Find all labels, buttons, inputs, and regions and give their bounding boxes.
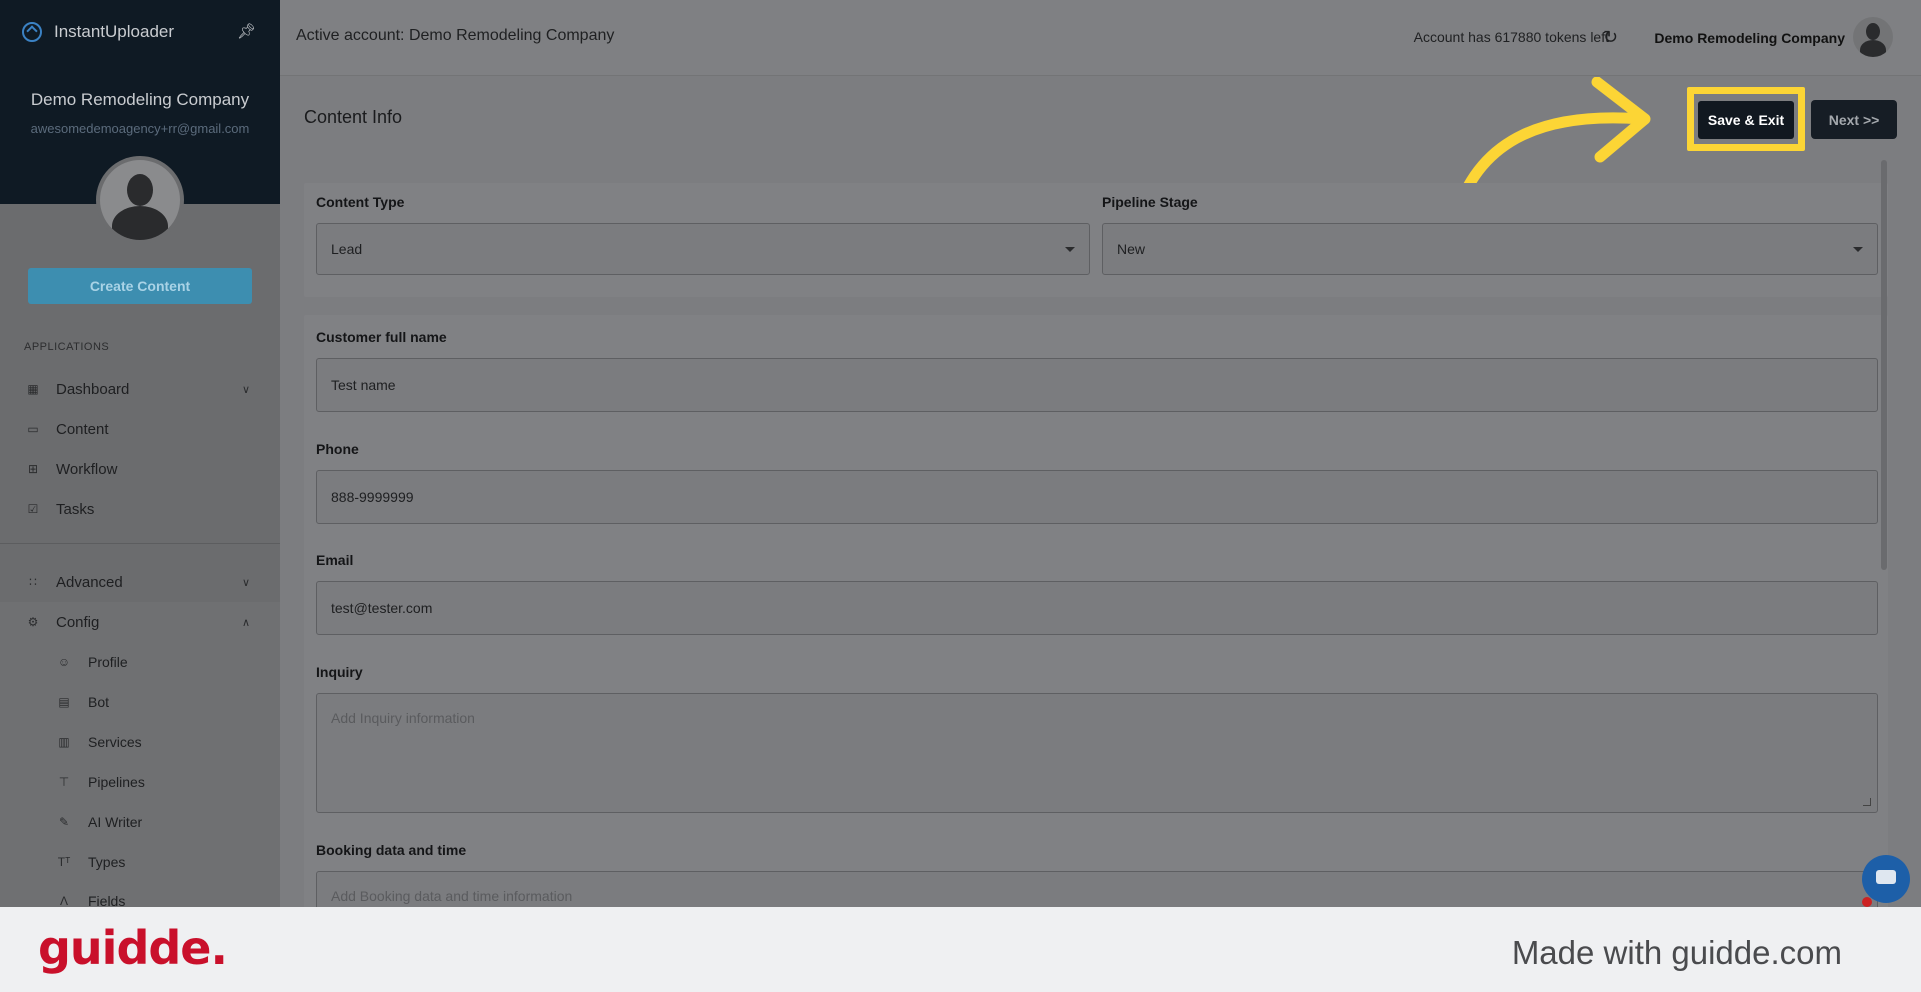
main-content: Content Info Save & Exit Next >> Content… bbox=[280, 77, 1921, 921]
user-avatar[interactable] bbox=[1853, 17, 1893, 57]
person-icon: ☺ bbox=[57, 655, 71, 669]
sidebar-email: awesomedemoagency+rr@gmail.com bbox=[30, 121, 250, 136]
active-account-text: Active account: Demo Remodeling Company bbox=[296, 27, 615, 44]
checkbox-icon: ☑ bbox=[27, 501, 39, 516]
phone-input[interactable]: 888-9999999 bbox=[316, 470, 1878, 524]
sidebar-subitem-label: Services bbox=[88, 734, 142, 750]
inquiry-textarea[interactable]: Add Inquiry information bbox=[316, 693, 1878, 813]
sidebar-item-config[interactable]: ⚙ Config ∧ bbox=[0, 602, 280, 642]
sidebar-item-label: Dashboard bbox=[56, 380, 130, 398]
chat-widget-icon[interactable] bbox=[1862, 855, 1910, 903]
brand-logo-icon bbox=[22, 22, 42, 42]
sidebar-subitem-label: Types bbox=[88, 854, 126, 870]
phone-label: Phone bbox=[316, 441, 359, 457]
inquiry-label: Inquiry bbox=[316, 664, 363, 680]
footer-banner: guidde. Made with guidde.com bbox=[0, 907, 1921, 992]
sidebar-item-label: Advanced bbox=[56, 573, 123, 591]
folder-icon: ▭ bbox=[27, 421, 39, 436]
sidebar-item-tasks[interactable]: ☑ Tasks bbox=[0, 489, 280, 529]
caret-down-icon bbox=[1853, 247, 1863, 252]
sidebar-subitem-label: AI Writer bbox=[88, 814, 143, 830]
inquiry-placeholder: Add Inquiry information bbox=[331, 710, 475, 726]
user-avatar-head bbox=[1866, 23, 1880, 40]
sidebar-item-label: Config bbox=[56, 613, 100, 631]
chevron-down-icon[interactable]: ∨ bbox=[242, 383, 250, 396]
next-button[interactable]: Next >> bbox=[1811, 100, 1897, 139]
brand-name: InstantUploader bbox=[54, 22, 175, 41]
chevron-down-icon[interactable]: ∨ bbox=[242, 576, 250, 589]
content-type-label: Content Type bbox=[316, 194, 405, 210]
sidebar-item-label: Content bbox=[56, 420, 109, 438]
sidebar-subitem-ai-writer[interactable]: ✎ AI Writer bbox=[0, 802, 280, 842]
sidebar-subitem-bot[interactable]: ▤ Bot bbox=[0, 682, 280, 722]
gear-icon: ⚙ bbox=[27, 614, 39, 629]
sidebar-subitem-label: Pipelines bbox=[88, 774, 145, 790]
pipeline-stage-select[interactable]: New bbox=[1102, 223, 1878, 275]
grid-icon: ⊞ bbox=[27, 461, 39, 476]
customer-name-label: Customer full name bbox=[316, 329, 447, 345]
chat-icon: ▤ bbox=[58, 695, 70, 709]
pipeline-stage-label: Pipeline Stage bbox=[1102, 194, 1198, 210]
avatar[interactable] bbox=[96, 156, 184, 244]
sidebar-divider bbox=[0, 543, 280, 544]
section-label-applications: APPLICATIONS bbox=[24, 341, 110, 353]
sidebar-item-dashboard[interactable]: ▦ Dashboard ∨ bbox=[0, 369, 280, 409]
brand[interactable]: InstantUploader bbox=[22, 22, 174, 42]
sidebar-subitem-types[interactable]: Tᵀ Types bbox=[0, 842, 280, 882]
user-avatar-body bbox=[1860, 40, 1886, 57]
caret-down-icon bbox=[1065, 247, 1075, 252]
field-icon: Ʌ bbox=[59, 894, 68, 907]
resize-handle-icon[interactable] bbox=[1863, 798, 1871, 806]
tokens-remaining: Account has 617880 tokens left bbox=[1413, 29, 1609, 45]
booking-label: Booking data and time bbox=[316, 842, 467, 858]
made-with-text: Made with guidde.com bbox=[1511, 934, 1842, 971]
sidebar-subitem-pipelines[interactable]: ⊤ Pipelines bbox=[0, 762, 280, 802]
sidebar-item-advanced[interactable]: ∷ Advanced ∨ bbox=[0, 562, 280, 602]
avatar-head bbox=[127, 174, 153, 206]
page-title: Content Info bbox=[304, 107, 403, 127]
pipeline-stage-value: New bbox=[1117, 241, 1146, 257]
sidebar-subitem-label: Profile bbox=[88, 654, 128, 670]
customer-name-input[interactable]: Test name bbox=[316, 358, 1878, 412]
content-type-select[interactable]: Lead bbox=[316, 223, 1090, 275]
guidde-logo: guidde. bbox=[38, 921, 228, 975]
scrollbar[interactable] bbox=[1881, 160, 1887, 570]
sidebar-item-content[interactable]: ▭ Content bbox=[0, 409, 280, 449]
content-type-value: Lead bbox=[331, 241, 363, 257]
chevron-up-icon[interactable]: ∧ bbox=[242, 616, 250, 629]
sidebar: InstantUploader 📌︎ Demo Remodeling Compa… bbox=[0, 0, 280, 907]
sidebar-subitem-fields[interactable]: Ʌ Fields bbox=[0, 881, 280, 907]
topbar: Active account: Demo Remodeling Company … bbox=[280, 0, 1921, 76]
dashboard-icon: ▦ bbox=[27, 381, 39, 396]
sidebar-subitem-label: Fields bbox=[88, 893, 126, 907]
email-label: Email bbox=[316, 552, 354, 568]
pencil-icon: ✎ bbox=[58, 815, 70, 829]
sidebar-item-workflow[interactable]: ⊞ Workflow bbox=[0, 449, 280, 489]
text-type-icon: Tᵀ bbox=[57, 855, 71, 869]
avatar-body bbox=[112, 206, 168, 240]
pipeline-icon: ⊤ bbox=[58, 775, 70, 789]
refresh-icon[interactable]: ↻ bbox=[1603, 27, 1618, 48]
sidebar-item-label: Tasks bbox=[56, 500, 95, 518]
building-icon: ▥ bbox=[58, 735, 70, 749]
user-name[interactable]: Demo Remodeling Company bbox=[1654, 30, 1845, 46]
apps-icon: ∷ bbox=[29, 574, 37, 589]
save-exit-button[interactable]: Save & Exit bbox=[1698, 101, 1794, 139]
create-content-button[interactable]: Create Content bbox=[28, 268, 252, 304]
sidebar-subitem-label: Bot bbox=[88, 694, 110, 710]
booking-placeholder: Add Booking data and time information bbox=[331, 888, 573, 904]
notification-badge bbox=[1862, 897, 1872, 907]
pin-icon[interactable]: 📌︎ bbox=[237, 22, 256, 40]
sidebar-company-name: Demo Remodeling Company bbox=[30, 90, 250, 109]
sidebar-subitem-services[interactable]: ▥ Services bbox=[0, 722, 280, 762]
sidebar-item-label: Workflow bbox=[56, 460, 118, 478]
sidebar-subitem-profile[interactable]: ☺ Profile bbox=[0, 642, 280, 682]
email-input[interactable]: test@tester.com bbox=[316, 581, 1878, 635]
